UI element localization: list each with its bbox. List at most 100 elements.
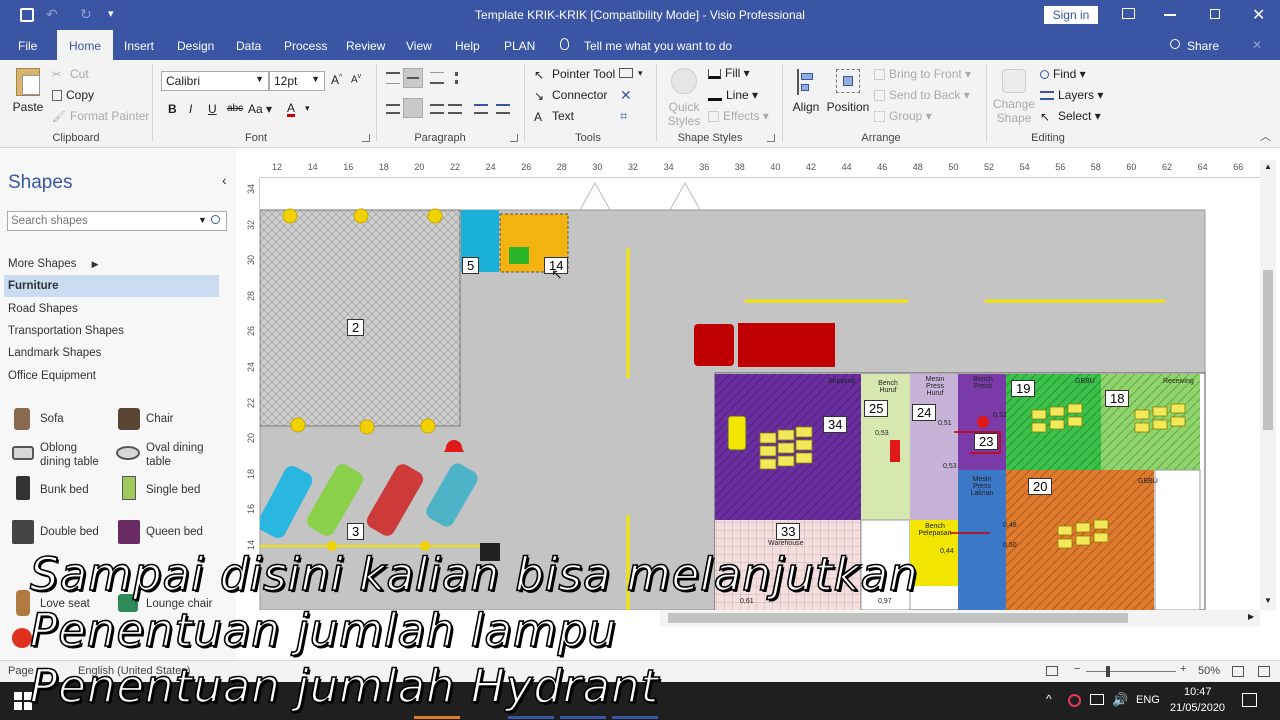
ribbon-display-icon[interactable] [1122, 8, 1135, 19]
presentation-icon[interactable] [1046, 666, 1058, 676]
record-icon[interactable] [1068, 694, 1081, 707]
network-icon[interactable] [1090, 694, 1104, 705]
zoom-slider[interactable] [1086, 666, 1176, 677]
shape-oval-table[interactable]: Oval dining table [116, 440, 226, 472]
tab-design[interactable]: Design [177, 39, 214, 53]
shape-bunk-bed[interactable]: Bunk bed [12, 476, 112, 504]
running-app-indicator[interactable] [414, 716, 460, 719]
shape-chair[interactable]: Chair [116, 406, 226, 432]
vertical-scrollbar[interactable]: ▲ ▼ [1260, 160, 1276, 610]
copy-button[interactable]: Copy [52, 88, 94, 102]
category-road-shapes[interactable]: Road Shapes [8, 303, 78, 315]
maximize-icon[interactable] [1210, 9, 1220, 19]
shape-oblong-table[interactable]: Oblong dining table [12, 440, 112, 472]
close-x-icon[interactable]: ✕ [620, 87, 632, 104]
fit-page-icon[interactable] [1232, 666, 1244, 677]
grow-font-icon[interactable]: A^ [331, 73, 342, 87]
category-transportation[interactable]: Transportation Shapes [8, 325, 124, 337]
running-app-indicator[interactable] [612, 716, 658, 719]
tab-insert[interactable]: Insert [124, 39, 154, 53]
crop-icon[interactable]: ⌗ [620, 108, 627, 124]
align-middle-icon[interactable] [403, 68, 423, 88]
chevron-down-icon[interactable]: ▼ [198, 215, 207, 225]
tab-review[interactable]: Review [346, 39, 385, 53]
chevron-up-icon[interactable]: ^ [1046, 692, 1052, 706]
pointer-tool-button[interactable]: ↖ Pointer Tool [534, 67, 615, 82]
tab-file[interactable]: File [18, 39, 37, 53]
collapse-ribbon-icon[interactable]: ✕ [1252, 38, 1262, 52]
font-size-select[interactable]: 12pt ▼ [269, 71, 325, 91]
category-office-equipment[interactable]: Office Equipment [8, 370, 96, 382]
justify-icon[interactable] [448, 104, 462, 114]
shrink-font-icon[interactable]: Av [351, 73, 361, 85]
switch-windows-icon[interactable] [1258, 666, 1270, 677]
find-button[interactable]: Find ▾ [1040, 67, 1086, 81]
chevron-down-icon[interactable]: ▾ [305, 103, 310, 114]
position-button[interactable]: Position [826, 66, 870, 128]
scroll-thumb[interactable] [1263, 270, 1273, 430]
minimize-icon[interactable] [1164, 14, 1176, 16]
zoom-level[interactable]: 50% [1198, 665, 1220, 677]
layers-button[interactable]: Layers ▾ [1040, 88, 1103, 102]
volume-icon[interactable]: 🔊 [1112, 692, 1128, 708]
group-button[interactable]: Group ▾ [874, 109, 932, 123]
drawing-canvas[interactable]: 2 3 5 14 18 19 20 23 24 25 33 34 Shippin… [260, 178, 1260, 610]
tell-me-input[interactable]: Tell me what you want to do [584, 39, 732, 53]
font-family-select[interactable]: Calibri ▼ [161, 71, 269, 91]
more-shapes-link[interactable]: More Shapes ▶ [8, 258, 99, 270]
align-top-icon[interactable] [386, 72, 400, 84]
tab-view[interactable]: View [406, 39, 432, 53]
bullets-icon[interactable] [455, 72, 469, 84]
shape-queen-bed[interactable]: Queen bed [116, 518, 226, 546]
format-painter-button[interactable]: 🖌 Format Painter [52, 109, 149, 124]
zoom-out-icon[interactable]: − [1074, 663, 1080, 675]
share-button[interactable]: Share [1187, 39, 1219, 53]
text-tool-button[interactable]: A Text [534, 109, 574, 124]
scroll-up-icon[interactable]: ▲ [1264, 162, 1272, 171]
align-right-icon[interactable] [430, 104, 444, 114]
increase-indent-icon[interactable] [496, 104, 510, 114]
send-to-back-button[interactable]: Send to Back ▾ [874, 88, 970, 102]
align-button[interactable]: Align [790, 66, 822, 128]
shape-single-bed[interactable]: Single bed [116, 476, 226, 504]
notifications-icon[interactable] [1242, 693, 1257, 707]
category-landmark[interactable]: Landmark Shapes [8, 347, 101, 359]
line-button[interactable]: Line ▾ [708, 88, 758, 102]
chevron-down-icon[interactable]: ▾ [638, 68, 643, 79]
align-center-icon[interactable] [403, 98, 423, 118]
change-shape-button[interactable]: Change Shape [992, 66, 1036, 128]
connector-button[interactable]: ↘ Connector [534, 88, 607, 103]
dialog-launcher-icon[interactable] [510, 134, 518, 142]
running-app-indicator[interactable] [560, 716, 606, 719]
scroll-thumb[interactable] [668, 613, 1128, 623]
scroll-down-icon[interactable]: ▼ [1264, 596, 1272, 605]
language-indicator[interactable]: ENG [1136, 694, 1160, 706]
sign-in-button[interactable]: Sign in [1044, 6, 1098, 24]
shape-sofa[interactable]: Sofa [12, 406, 112, 432]
fill-button[interactable]: Fill ▾ [708, 66, 750, 80]
category-furniture[interactable]: Furniture [4, 275, 219, 297]
select-button[interactable]: ↖ Select ▾ [1040, 109, 1101, 124]
paste-button[interactable]: Paste [12, 66, 44, 126]
align-left-icon[interactable] [386, 104, 400, 114]
horizontal-scrollbar[interactable]: ▶ [660, 610, 1260, 626]
bold-icon[interactable]: B [168, 102, 177, 116]
quick-styles-button[interactable]: Quick Styles [664, 66, 704, 128]
search-shapes-field[interactable]: ▼ [7, 211, 227, 231]
search-icon[interactable] [211, 215, 220, 224]
change-case-icon[interactable]: Aa ▾ [248, 102, 272, 116]
font-color-icon[interactable]: A [287, 102, 296, 117]
effects-button[interactable]: Effects ▾ [708, 109, 769, 123]
tab-process[interactable]: Process [284, 39, 327, 53]
clock-date[interactable]: 21/05/2020 [1170, 702, 1225, 714]
underline-icon[interactable]: U [208, 102, 217, 116]
clock-time[interactable]: 10:47 [1184, 686, 1212, 698]
tab-data[interactable]: Data [236, 39, 261, 53]
zoom-in-icon[interactable]: + [1180, 663, 1186, 675]
tab-home[interactable]: Home [57, 30, 114, 61]
dialog-launcher-icon[interactable] [362, 134, 370, 142]
tab-help[interactable]: Help [455, 39, 480, 53]
bring-to-front-button[interactable]: Bring to Front ▾ [874, 67, 971, 81]
cut-button[interactable]: ✂ Cut [52, 67, 89, 82]
italic-icon[interactable]: I [189, 102, 192, 116]
